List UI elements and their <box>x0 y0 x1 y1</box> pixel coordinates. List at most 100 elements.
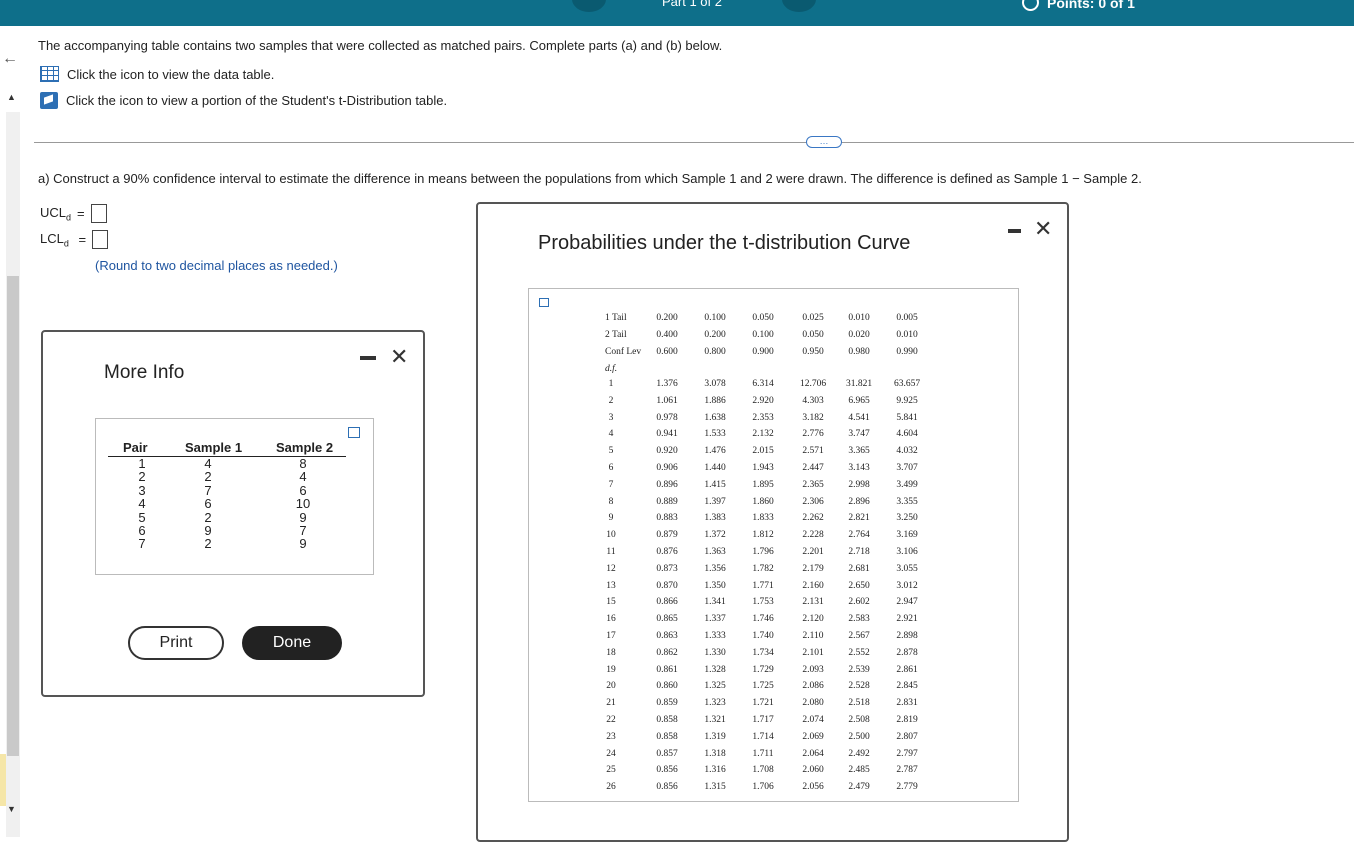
data-table: Pair Sample 1 Sample 2 1234567 4276292 8… <box>95 418 374 575</box>
close-icon[interactable]: ✕ <box>1034 216 1052 242</box>
rounding-note: (Round to two decimal places as needed.) <box>95 258 338 273</box>
t-value-cell: 2.306 <box>802 496 824 507</box>
t-value-cell: 0.859 <box>656 698 678 709</box>
header-sample-1: Sample 1 <box>185 440 243 455</box>
t-value-cell: 2.056 <box>802 782 824 793</box>
t-value-cell: 2.074 <box>802 715 824 725</box>
t-value-cell: 2.898 <box>896 631 918 641</box>
lcl-row: LCLd = <box>40 230 109 249</box>
t-value-cell: 1.782 <box>752 563 774 574</box>
t-value-cell: 2.479 <box>848 782 870 793</box>
t-value-cell: 2.878 <box>896 647 918 658</box>
t-value-cell: 4.303 <box>802 395 824 406</box>
table-icon[interactable] <box>40 66 59 82</box>
t-table: 1 Tail 0.200 0.100 0.050 0.025 0.010 0.005 2 Ta… <box>528 288 1019 802</box>
t-value-cell: 1.337 <box>704 614 726 625</box>
top-bar: Part 1 of 2 Points: 0 of 1 <box>0 0 1354 26</box>
scroll-down-icon[interactable]: ▼ <box>7 804 16 814</box>
pair-cell: 2 <box>138 469 146 485</box>
df-cell: 5 <box>608 446 614 457</box>
t-value-cell: 0.873 <box>656 563 678 574</box>
minimize-icon[interactable] <box>1008 229 1021 233</box>
lcl-input[interactable] <box>92 230 109 249</box>
next-part-indicator[interactable] <box>782 0 816 12</box>
t-value-cell: 1.321 <box>704 715 726 725</box>
header-value: 0.900 <box>752 347 774 357</box>
t-value-cell: 1.740 <box>752 631 774 641</box>
df-cell: 26 <box>606 782 616 793</box>
minimize-icon[interactable] <box>360 356 376 360</box>
t-value-cell: 0.858 <box>656 731 678 742</box>
t-value-cell: 2.160 <box>802 580 824 591</box>
df-cell: 19 <box>606 664 616 675</box>
t-value-cell: 2.064 <box>802 748 824 759</box>
t-value-cell: 2.819 <box>896 715 918 725</box>
print-button[interactable]: Print <box>128 626 224 660</box>
pair-cell: 7 <box>138 536 146 552</box>
t-value-cell: 2.015 <box>752 446 774 457</box>
ucl-label: UCLd <box>40 204 72 223</box>
t-value-cell: 2.131 <box>802 597 824 608</box>
header-value: 0.010 <box>896 330 918 340</box>
t-value-cell: 1.440 <box>704 463 726 473</box>
copy-icon[interactable] <box>539 298 549 307</box>
row-label: Conf Lev <box>605 347 642 357</box>
t-value-cell: 1.397 <box>704 496 726 507</box>
t-value-cell: 2.998 <box>848 479 870 490</box>
scroll-up-icon[interactable]: ▲ <box>7 92 16 102</box>
close-icon[interactable]: ✕ <box>390 344 408 370</box>
header-value: 0.400 <box>656 330 678 340</box>
sample-2-cell: 7 <box>299 523 307 539</box>
t-value-cell: 2.228 <box>802 530 824 541</box>
book-icon[interactable] <box>40 92 58 109</box>
t-value-cell: 2.093 <box>802 664 824 675</box>
t-value-cell: 1.476 <box>704 446 726 457</box>
pair-column: 1234567 <box>134 457 150 551</box>
df-cell: 4 <box>608 429 614 440</box>
t-value-cell: 0.896 <box>656 479 678 490</box>
t-value-cell: 1.533 <box>704 429 726 440</box>
t-value-cell: 4.604 <box>896 429 918 440</box>
ucl-input[interactable] <box>90 204 107 223</box>
t-value-cell: 3.250 <box>896 513 918 524</box>
row-label: 1 Tail <box>605 313 627 323</box>
t-value-cell: 0.862 <box>656 647 678 658</box>
expand-more-button[interactable]: … <box>806 136 842 148</box>
t-value-cell: 31.821 <box>845 379 873 389</box>
t-value-cell: 0.860 <box>656 681 678 692</box>
section-divider <box>34 142 1354 143</box>
t-value-cell: 3.169 <box>896 530 918 541</box>
t-value-cell: 2.528 <box>848 681 870 692</box>
scrollbar-thumb[interactable] <box>7 276 19 756</box>
data-table-link[interactable]: Click the icon to view the data table. <box>40 66 274 82</box>
sample-2-cell: 10 <box>295 496 311 512</box>
t-value-cell: 1.325 <box>704 681 726 692</box>
prev-part-indicator[interactable] <box>572 0 606 12</box>
back-arrow-icon[interactable]: ← <box>2 50 18 68</box>
df-cell: 15 <box>606 597 616 608</box>
header-value: 0.800 <box>704 347 726 357</box>
t-value-cell: 1.706 <box>752 782 774 793</box>
more-info-dialog: More Info ✕ Pair Sample 1 Sample 2 12345… <box>41 330 425 697</box>
header-value: 0.990 <box>896 347 918 357</box>
t-value-cell: 4.541 <box>848 412 870 423</box>
t-table-link[interactable]: Click the icon to view a portion of the … <box>40 92 447 109</box>
t-value-cell: 1.729 <box>752 664 774 675</box>
sample-2-column: 8 4 6 10 9 7 9 <box>292 457 314 551</box>
t-value-cell: 2.861 <box>896 664 918 675</box>
t-value-cell: 2.080 <box>802 698 824 709</box>
t-value-cell: 1.860 <box>752 496 774 507</box>
sample-1-cell: 6 <box>204 496 212 512</box>
lcl-label: LCLd <box>40 230 69 249</box>
t-value-cell: 2.552 <box>848 647 870 658</box>
copy-icon[interactable] <box>348 427 360 438</box>
t-value-cell: 2.262 <box>802 513 824 524</box>
sample-1-cell: 2 <box>204 536 212 552</box>
df-cell: 11 <box>606 547 616 557</box>
t-value-cell: 2.583 <box>848 614 870 625</box>
ucl-row: UCLd = <box>40 204 107 223</box>
df-cell: 3 <box>608 412 614 423</box>
header-value: 0.950 <box>802 347 824 357</box>
t-value-cell: 1.333 <box>704 631 726 641</box>
done-button[interactable]: Done <box>242 626 342 660</box>
